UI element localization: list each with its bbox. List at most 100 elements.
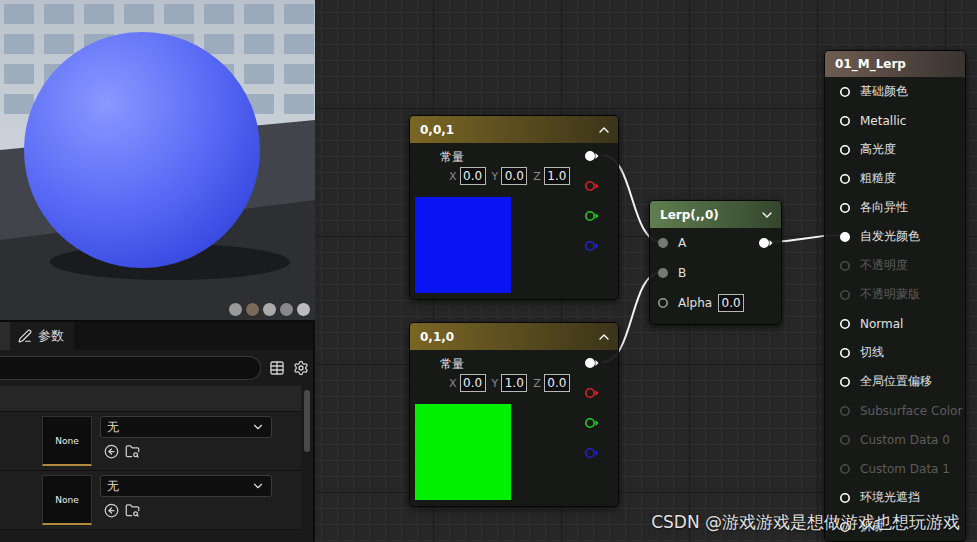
left-panel: 参数 None 无 None 无: [0, 0, 315, 542]
browse-icon[interactable]: [125, 503, 140, 518]
settings-button[interactable]: [293, 360, 309, 376]
details-panel: 参数 None 无 None 无: [0, 320, 313, 542]
texture-thumbnail[interactable]: None: [42, 416, 92, 466]
constant-node[interactable]: 0,0,1常量X0.0Y0.0Z1.0: [409, 115, 619, 300]
input-pin-icon[interactable]: [839, 318, 854, 330]
output-pin-cell: [584, 201, 618, 231]
input-label: 粗糙度: [860, 170, 896, 187]
use-selected-icon[interactable]: [104, 503, 119, 518]
input-pin-icon[interactable]: [839, 492, 854, 504]
scrollbar[interactable]: [301, 386, 313, 542]
input-pin-icon[interactable]: [657, 297, 672, 309]
expand-icon[interactable]: [759, 207, 775, 223]
value-input[interactable]: 0.0: [460, 167, 486, 185]
node-header[interactable]: 0,0,1: [410, 116, 618, 143]
constant-node[interactable]: 0,1,0常量X0.0Y1.0Z0.0: [409, 322, 619, 507]
output-pin-icon[interactable]: [584, 387, 599, 399]
preview-shape-icon[interactable]: [228, 302, 243, 317]
axis-label: Z: [533, 170, 541, 183]
texture-thumbnail[interactable]: None: [42, 475, 92, 525]
property-control: 无: [100, 475, 272, 525]
category-header[interactable]: [0, 386, 301, 412]
preview-viewport[interactable]: [0, 0, 315, 320]
constant-content: 常量X0.0Y1.0Z0.0: [415, 350, 584, 500]
preview-shape-icon[interactable]: [262, 302, 277, 317]
input-pin-icon[interactable]: [839, 173, 854, 185]
material-input: Normal: [825, 309, 965, 338]
output-pin-icon[interactable]: [584, 240, 599, 252]
scrollbar-thumb[interactable]: [304, 390, 310, 452]
material-input: 各向异性: [825, 193, 965, 222]
input-pin-icon[interactable]: [839, 463, 854, 475]
input-pin-icon[interactable]: [839, 434, 854, 446]
axis-label: Z: [533, 377, 541, 390]
tab-row: 参数: [0, 320, 313, 350]
input-label: B: [678, 266, 686, 280]
output-pins: [584, 141, 618, 293]
input-pin-icon[interactable]: [839, 405, 854, 417]
output-pin-icon[interactable]: [584, 150, 599, 162]
input-pin-icon[interactable]: [839, 289, 854, 301]
browse-icon[interactable]: [125, 444, 140, 459]
input-pin-icon[interactable]: [839, 260, 854, 272]
search-input[interactable]: [0, 356, 261, 380]
preview-shape-icon[interactable]: [245, 302, 260, 317]
preview-shape-icon[interactable]: [296, 302, 311, 317]
asset-dropdown[interactable]: 无: [100, 475, 272, 497]
gear-icon[interactable]: [293, 360, 309, 376]
value-input[interactable]: 1.0: [501, 374, 527, 392]
details-body: None 无 None 无: [0, 386, 313, 542]
value-input[interactable]: 0.0: [501, 167, 527, 185]
property-row: None 无: [0, 412, 301, 471]
input-pin-icon[interactable]: [839, 376, 854, 388]
tab[interactable]: 参数: [10, 322, 74, 350]
input-label: 切线: [860, 344, 884, 361]
value-input[interactable]: 0.0: [718, 294, 744, 312]
input-pin-icon[interactable]: [657, 267, 672, 279]
asset-actions: [100, 503, 272, 518]
value-input[interactable]: 1.0: [544, 167, 570, 185]
input-label: Metallic: [860, 114, 906, 128]
axis-label: Y: [492, 377, 499, 390]
material-input: 基础颜色: [825, 77, 965, 106]
output-pin-icon[interactable]: [584, 447, 599, 459]
output-pin-cell: [584, 171, 618, 201]
output-pin-icon[interactable]: [584, 210, 599, 222]
use-selected-icon[interactable]: [104, 444, 119, 459]
node-header[interactable]: Lerp(,,0): [650, 201, 781, 228]
input-pin-icon[interactable]: [839, 231, 854, 243]
input-pin-icon[interactable]: [839, 347, 854, 359]
lerp-node[interactable]: Lerp(,,0)ABAlpha0.0: [649, 200, 782, 325]
asset-dropdown[interactable]: 无: [100, 416, 272, 438]
material-input: 切线: [825, 338, 965, 367]
output-pin-icon[interactable]: [584, 417, 599, 429]
property-list: None 无 None 无: [0, 386, 301, 542]
preview-shape-icon[interactable]: [279, 302, 294, 317]
preview-scene: [0, 0, 315, 320]
table-icon[interactable]: [269, 360, 285, 376]
value-input[interactable]: 0.0: [544, 374, 570, 392]
output-pin-icon[interactable]: [758, 237, 773, 249]
vector-field: X0.0: [449, 167, 486, 185]
axis-label: Y: [492, 170, 499, 183]
value-input[interactable]: 0.0: [460, 374, 486, 392]
collapse-icon[interactable]: [596, 122, 612, 138]
collapse-icon[interactable]: [596, 329, 612, 345]
input-label: Custom Data 0: [860, 433, 950, 447]
input-pin-icon[interactable]: [839, 144, 854, 156]
input-pin-icon[interactable]: [657, 237, 672, 249]
output-pin-icon[interactable]: [584, 180, 599, 192]
property-control: 无: [100, 416, 272, 466]
material-node[interactable]: 01_M_Lerp基础颜色Metallic高光度粗糙度各向异性自发光颜色不透明度…: [824, 50, 966, 542]
input-pin-icon[interactable]: [839, 202, 854, 214]
output-pin-icon[interactable]: [584, 357, 599, 369]
node-body: 常量X0.0Y1.0Z0.0: [410, 350, 618, 506]
tab-stub[interactable]: [0, 322, 10, 350]
vector-field: Y1.0: [492, 374, 528, 392]
input-pin-icon[interactable]: [839, 115, 854, 127]
input-pin-icon[interactable]: [839, 86, 854, 98]
node-header[interactable]: 0,1,0: [410, 323, 618, 350]
node-header[interactable]: 01_M_Lerp: [825, 51, 965, 77]
table-button[interactable]: [269, 360, 285, 376]
graph-canvas[interactable]: 0,0,1常量X0.0Y0.0Z1.00,1,0常量X0.0Y1.0Z0.0Le…: [315, 0, 977, 542]
